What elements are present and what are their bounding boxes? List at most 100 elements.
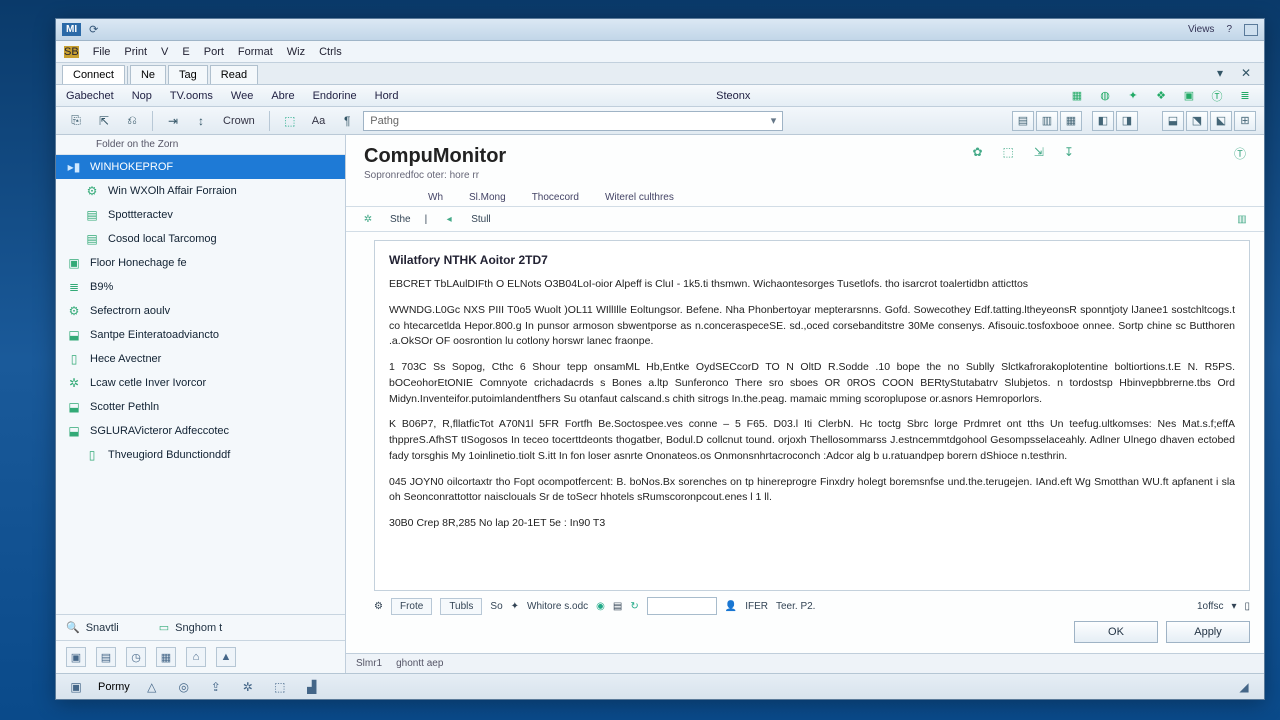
ribbon-hord[interactable]: Hord bbox=[375, 90, 399, 102]
cb-icon-2[interactable]: ✦ bbox=[511, 601, 519, 612]
srow-3-icon[interactable]: ◷ bbox=[126, 647, 146, 667]
leaf-icon[interactable]: ❖ bbox=[1152, 87, 1170, 105]
srow-6-icon[interactable]: ▲ bbox=[216, 647, 236, 667]
menu-wiz[interactable]: Wiz bbox=[287, 46, 305, 58]
cb-icon-3[interactable]: ◉ bbox=[596, 601, 605, 612]
ribbon-steonx[interactable]: Steonx bbox=[716, 90, 750, 102]
tool-r7-icon[interactable]: ⬔ bbox=[1186, 111, 1208, 131]
tree-item-12[interactable]: ▯ Thveugiord Bdunctionddf bbox=[56, 443, 345, 467]
ctab-1[interactable]: Wh bbox=[426, 189, 445, 206]
sidebar-book[interactable]: ▭ Snghom t bbox=[159, 621, 223, 634]
menu-v[interactable]: V bbox=[161, 46, 168, 58]
tab-read[interactable]: Read bbox=[210, 65, 258, 84]
tab-ne[interactable]: Ne bbox=[130, 65, 166, 84]
tree-item-9[interactable]: ✲ Lcaw cetle Inver Ivorcor bbox=[56, 371, 345, 395]
tool-r6-icon[interactable]: ⬓ bbox=[1162, 111, 1184, 131]
globe-icon[interactable]: ◍ bbox=[1096, 87, 1114, 105]
tool-r3-icon[interactable]: ▦ bbox=[1060, 111, 1082, 131]
tree-item-5[interactable]: ≣ B9% bbox=[56, 275, 345, 299]
tree-item-1[interactable]: ⚙ Win WXOlh Affair Forraion bbox=[56, 179, 345, 203]
tree-item-8[interactable]: ▯ Hece Avectner bbox=[56, 347, 345, 371]
bb-1-icon[interactable]: ▣ bbox=[66, 678, 86, 696]
tool-r8-icon[interactable]: ⬕ bbox=[1210, 111, 1232, 131]
sparkle-icon[interactable]: ✦ bbox=[1124, 87, 1142, 105]
cb-icon-7[interactable]: ▾ bbox=[1231, 601, 1236, 612]
ribbon-endorine[interactable]: Endorine bbox=[313, 90, 357, 102]
tree-item-7[interactable]: ⬓ Santpe Einteratoadviancto bbox=[56, 323, 345, 347]
document-view[interactable]: Wilatfory NTHK Aoitor 2TD7 EBCRET TbLAul… bbox=[374, 240, 1250, 591]
tree-root[interactable]: ▸▮ WINHOKEPROF bbox=[56, 155, 345, 179]
bb-2-icon[interactable]: △ bbox=[142, 678, 162, 696]
bb-4-icon[interactable]: ⇪ bbox=[206, 678, 226, 696]
srow-5-icon[interactable]: ⌂ bbox=[186, 647, 206, 667]
ribbon-abre[interactable]: Abre bbox=[271, 90, 294, 102]
tab-tag[interactable]: Tag bbox=[168, 65, 208, 84]
tool-r5-icon[interactable]: ◨ bbox=[1116, 111, 1138, 131]
ctool-3-icon[interactable]: ▥ bbox=[1234, 211, 1250, 227]
ribbon-nop[interactable]: Nop bbox=[132, 90, 152, 102]
head-icon-5[interactable]: Ⓣ bbox=[1234, 145, 1246, 162]
tree-item-6[interactable]: ⚙ Sefectrorn aoulv bbox=[56, 299, 345, 323]
menu-print[interactable]: Print bbox=[124, 46, 147, 58]
tree-item-3[interactable]: ▤ Cosod local Tarcomog bbox=[56, 227, 345, 251]
bb-resize-icon[interactable]: ◢ bbox=[1234, 678, 1254, 696]
bb-6-icon[interactable]: ⬚ bbox=[270, 678, 290, 696]
tab-close-icon[interactable]: ✕ bbox=[1234, 62, 1258, 84]
bb-3-icon[interactable]: ◎ bbox=[174, 678, 194, 696]
cb-frote[interactable]: Frote bbox=[391, 598, 432, 615]
ctab-3[interactable]: Thocecord bbox=[530, 189, 581, 206]
head-icon-1[interactable]: ✿ bbox=[972, 145, 982, 162]
head-icon-3[interactable]: ⇲ bbox=[1034, 145, 1044, 162]
cb-icon-8[interactable]: ▯ bbox=[1244, 601, 1250, 612]
cb-input[interactable] bbox=[647, 597, 717, 615]
menu-ctrls[interactable]: Ctrls bbox=[319, 46, 342, 58]
tree-item-2[interactable]: ▤ Spottteractev bbox=[56, 203, 345, 227]
path-dropdown[interactable]: Pathg ▾ bbox=[363, 111, 783, 131]
bb-7-icon[interactable]: ▟ bbox=[302, 678, 322, 696]
head-icon-4[interactable]: ↧ bbox=[1064, 145, 1074, 162]
ctool-1-icon[interactable]: ✲ bbox=[360, 211, 376, 227]
srow-2-icon[interactable]: ▤ bbox=[96, 647, 116, 667]
menu-port[interactable]: Port bbox=[204, 46, 224, 58]
tool-4-icon[interactable]: ⇥ bbox=[161, 110, 185, 132]
cb-icon-6[interactable]: 👤 bbox=[725, 601, 737, 612]
ribbon-tvooms[interactable]: TV.ooms bbox=[170, 90, 213, 102]
ribbon-wee[interactable]: Wee bbox=[231, 90, 253, 102]
bars-icon[interactable]: ≣ bbox=[1236, 87, 1254, 105]
title-views[interactable]: Views bbox=[1188, 24, 1215, 36]
window-box-icon[interactable] bbox=[1244, 24, 1258, 36]
srow-4-icon[interactable]: ▦ bbox=[156, 647, 176, 667]
cb-icon-1[interactable]: ⚙ bbox=[374, 601, 383, 612]
tool-r2-icon[interactable]: ▥ bbox=[1036, 111, 1058, 131]
tool-5-icon[interactable]: ↕ bbox=[189, 110, 213, 132]
t-icon[interactable]: Ⓣ bbox=[1208, 87, 1226, 105]
tool-2-icon[interactable]: ⇱ bbox=[92, 110, 116, 132]
ctool-stull[interactable]: Stull bbox=[471, 214, 490, 225]
title-help[interactable]: ? bbox=[1226, 24, 1232, 36]
ok-button[interactable]: OK bbox=[1074, 621, 1158, 643]
tab-connect[interactable]: Connect bbox=[62, 65, 125, 84]
bb-5-icon[interactable]: ✲ bbox=[238, 678, 258, 696]
srow-1-icon[interactable]: ▣ bbox=[66, 647, 86, 667]
tool-7-icon[interactable]: ¶ bbox=[335, 110, 359, 132]
cb-tubls[interactable]: Tubls bbox=[440, 598, 482, 615]
cb-icon-5[interactable]: ↻ bbox=[630, 601, 638, 612]
tool-r1-icon[interactable]: ▤ bbox=[1012, 111, 1034, 131]
ctab-2[interactable]: Sl.Mong bbox=[467, 189, 508, 206]
menu-file[interactable]: File bbox=[93, 46, 111, 58]
ctab-4[interactable]: Witerel culthres bbox=[603, 189, 676, 206]
cb-icon-4[interactable]: ▤ bbox=[613, 601, 622, 612]
tool-6-icon[interactable]: ⬚ bbox=[278, 110, 302, 132]
ctool-2-icon[interactable]: ◂ bbox=[441, 211, 457, 227]
tool-3-icon[interactable]: ⎌ bbox=[120, 110, 144, 132]
tool-1-icon[interactable]: ⎘ bbox=[64, 110, 88, 132]
grid-icon[interactable]: ▦ bbox=[1068, 87, 1086, 105]
menu-format[interactable]: Format bbox=[238, 46, 273, 58]
tree-item-11[interactable]: ⬓ SGLURAVicteror Adfeccotec bbox=[56, 419, 345, 443]
box-icon[interactable]: ▣ bbox=[1180, 87, 1198, 105]
ctool-sthe[interactable]: Sthe bbox=[390, 214, 411, 225]
tree-item-4[interactable]: ▣ Floor Honechage fe bbox=[56, 251, 345, 275]
tool-r4-icon[interactable]: ◧ bbox=[1092, 111, 1114, 131]
sidebar-search[interactable]: 🔍 Snavtli bbox=[66, 621, 119, 634]
menu-e[interactable]: E bbox=[182, 46, 189, 58]
